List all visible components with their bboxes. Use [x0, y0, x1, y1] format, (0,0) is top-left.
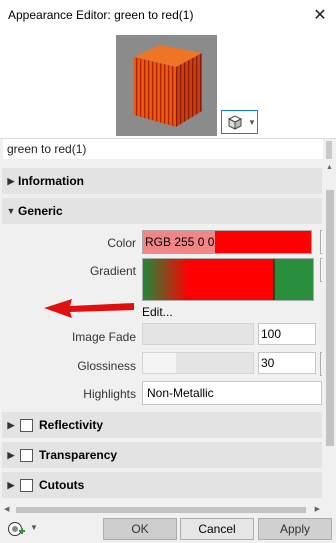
- gradient-options-button[interactable]: [320, 258, 322, 282]
- glossiness-slider[interactable]: [142, 352, 254, 374]
- chevron-down-icon: ▼: [6, 206, 16, 216]
- chevron-right-icon: ▶: [7, 479, 15, 490]
- material-options-icon[interactable]: [8, 521, 26, 537]
- cube-icon: [227, 115, 243, 130]
- section-cutouts-label: Cutouts: [39, 478, 85, 492]
- properties-panel: ▶ Information ▼ Generic Color RGB 255 0 …: [2, 164, 322, 504]
- ok-button[interactable]: OK: [103, 518, 177, 540]
- image-fade-slider[interactable]: [142, 323, 254, 345]
- reflectivity-checkbox[interactable]: [20, 418, 33, 432]
- highlights-label: Highlights: [83, 387, 136, 401]
- material-name-input[interactable]: [3, 139, 323, 159]
- glossiness-label: Glossiness: [77, 359, 136, 373]
- window-title: Appearance Editor: green to red(1): [8, 8, 194, 22]
- color-value: RGB 255 0 0: [143, 231, 215, 253]
- color-label: Color: [107, 236, 136, 250]
- scroll-right-icon[interactable]: ▶: [315, 505, 320, 513]
- chevron-right-icon: ▶: [7, 419, 15, 430]
- dialog-footer: ▼ OK Cancel Apply: [0, 515, 336, 543]
- section-information-label: Information: [18, 174, 84, 188]
- section-transparency-label: Transparency: [39, 448, 118, 462]
- section-reflectivity-label: Reflectivity: [39, 418, 104, 432]
- section-generic-label: Generic: [18, 204, 63, 218]
- chevron-right-icon: ▶: [7, 449, 15, 460]
- section-reflectivity[interactable]: ▶ Reflectivity: [2, 412, 322, 438]
- vertical-scroll-thumb[interactable]: [326, 190, 334, 446]
- gradient-label: Gradient: [89, 264, 136, 278]
- section-information[interactable]: ▶ Information: [2, 168, 322, 194]
- image-fade-label: Image Fade: [71, 330, 136, 344]
- glossiness-input[interactable]: 30: [258, 352, 316, 374]
- cancel-button[interactable]: Cancel: [180, 518, 254, 540]
- name-scrollbar[interactable]: [326, 141, 332, 159]
- image-fade-input[interactable]: 100: [258, 323, 316, 345]
- horizontal-scrollbar[interactable]: ◀ ▶: [2, 505, 322, 515]
- chevron-down-icon: ▼: [248, 117, 256, 127]
- highlights-select[interactable]: Non-Metallic: [142, 381, 322, 405]
- red-arrow-annotation: [44, 299, 134, 318]
- horizontal-scroll-thumb[interactable]: [16, 507, 306, 513]
- section-transparency[interactable]: ▶ Transparency: [2, 442, 322, 468]
- edit-gradient-link[interactable]: Edit...: [142, 305, 173, 319]
- preview-area: ▼: [0, 30, 336, 138]
- apply-button[interactable]: Apply: [258, 518, 332, 540]
- close-icon[interactable]: ✕: [310, 5, 330, 25]
- chevron-down-icon[interactable]: ▼: [30, 523, 38, 532]
- material-preview-swatch: [116, 35, 217, 136]
- scene-shape-button[interactable]: ▼: [221, 110, 258, 134]
- color-options-button[interactable]: [320, 230, 322, 254]
- cutouts-checkbox[interactable]: [20, 478, 33, 492]
- color-swatch-field[interactable]: RGB 255 0 0: [142, 230, 312, 254]
- section-generic[interactable]: ▼ Generic: [2, 198, 322, 224]
- scroll-up-icon[interactable]: ▲: [326, 164, 333, 171]
- section-cutouts[interactable]: ▶ Cutouts: [2, 472, 322, 498]
- glossiness-options-button[interactable]: [320, 352, 322, 376]
- transparency-checkbox[interactable]: [20, 448, 33, 462]
- appearance-editor-window: Appearance Editor: green to red(1) ✕ ▼ g…: [0, 0, 336, 543]
- scroll-left-icon[interactable]: ◀: [4, 505, 9, 513]
- glossiness-slider-fill: [143, 353, 176, 373]
- name-row: [0, 138, 336, 160]
- vertical-scrollbar[interactable]: ▲: [324, 164, 336, 504]
- chevron-right-icon: ▶: [7, 175, 15, 186]
- gradient-preview[interactable]: [142, 258, 314, 301]
- title-bar: Appearance Editor: green to red(1) ✕: [0, 0, 336, 30]
